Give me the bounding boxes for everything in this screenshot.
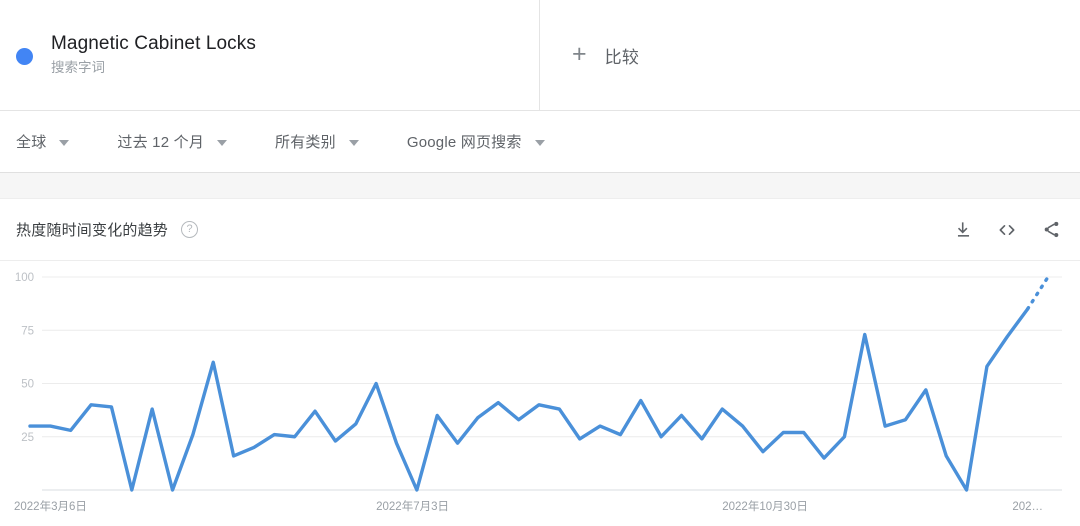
filter-category[interactable]: 所有类别 [275,131,359,152]
filter-search-type[interactable]: Google 网页搜索 [407,131,545,152]
compare-label: 比较 [604,47,640,67]
y-axis-tick-label: 75 [21,325,34,337]
y-axis-tick-label: 100 [15,272,34,284]
filter-search-type-label: Google 网页搜索 [406,134,522,151]
y-axis-tick-label: 50 [21,379,34,391]
plus-icon: + [572,39,587,68]
chart-actions [952,219,1062,241]
trend-line-solid [28,307,1030,492]
chevron-down-icon [534,140,545,146]
embed-icon[interactable] [996,219,1018,241]
filter-location[interactable]: 全球 [16,131,70,152]
x-axis-tick-label: 2022年10月30日 [722,499,808,513]
interest-over-time-card: 热度随时间变化的趋势 ? 25 50 75 100 2022年3月6日 2022… [0,199,1080,526]
search-term-subtitle: 搜索字词 [51,60,105,75]
x-axis-tick-label: 202… [1012,501,1043,513]
add-comparison-button[interactable]: + 比较 [540,0,1080,110]
chart-title: 热度随时间变化的趋势 [16,222,169,239]
search-term-header: Magnetic Cabinet Locks 搜索字词 + 比较 [0,0,1080,111]
search-term-texts: Magnetic Cabinet Locks 搜索字词 [51,32,256,78]
section-divider [0,173,1080,199]
x-axis-tick-label: 2022年3月6日 [14,499,87,513]
chart-y-axis-labels: 25 50 75 100 [15,272,34,444]
filter-location-label: 全球 [16,134,47,151]
help-icon[interactable]: ? [181,221,199,238]
trend-chart-svg: 255075100 2022年3月6日 2022年7月3日 2022年10月30日 2… [14,272,1062,513]
filter-timerange-label: 过去 12 个月 [117,134,205,151]
search-term-card[interactable]: Magnetic Cabinet Locks 搜索字词 [0,0,540,110]
download-icon[interactable] [952,219,974,241]
x-axis-tick-label: 2022年7月3日 [376,499,449,513]
search-term-title: Magnetic Cabinet Locks [51,33,256,54]
chevron-down-icon [59,140,70,146]
filter-bar: 全球 过去 12 个月 所有类别 Google 网页搜索 [0,111,1080,173]
trend-line-forecast [1025,275,1050,311]
chevron-down-icon [217,140,228,146]
filter-category-label: 所有类别 [275,134,336,151]
chart-header: 热度随时间变化的趋势 ? [0,199,1080,261]
share-icon[interactable] [1040,219,1062,241]
series-color-dot [16,47,33,65]
chevron-down-icon [348,140,359,146]
trend-chart[interactable]: 25 50 75 100 2022年3月6日 2022年7月3日 2022年10月30日 2… [0,261,1080,526]
filter-timerange[interactable]: 过去 12 个月 [117,131,228,152]
y-axis-tick-label: 25 [21,432,34,444]
chart-x-axis-labels: 2022年3月6日 2022年7月3日 2022年10月30日 202… [14,499,1043,513]
